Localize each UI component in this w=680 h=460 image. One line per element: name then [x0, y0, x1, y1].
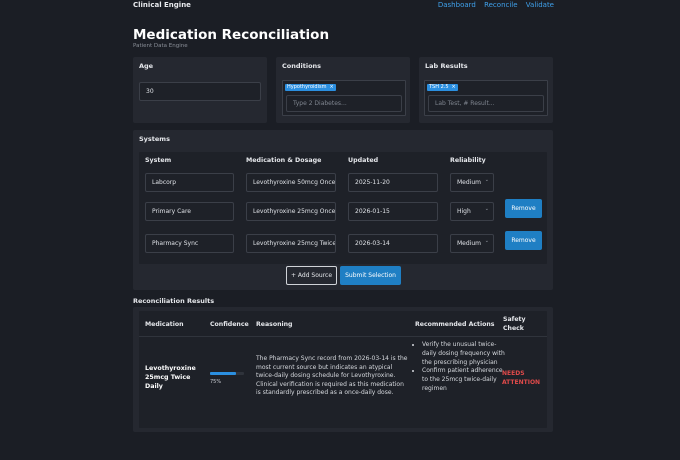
nav-validate[interactable]: Validate — [526, 1, 554, 9]
action-item: Confirm patient adherence to the 25mcg t… — [422, 367, 510, 393]
col-system: System — [145, 157, 172, 164]
remove-chip-icon[interactable]: × — [452, 84, 456, 90]
medication-input[interactable]: Levothyroxine 25mcg Twice — [246, 234, 336, 253]
labs-card: Lab Results TSH 2.5 × Lab Test, # Result.… — [419, 57, 553, 123]
top-nav: Dashboard Reconcile Validate — [432, 1, 554, 9]
confidence-bar — [210, 372, 244, 375]
conditions-card: Conditions Hypothyroidism × Type 2 Diabet… — [276, 57, 410, 123]
chevron-down-icon: ⌄ — [484, 238, 489, 244]
col-result-medication: Medication — [145, 321, 184, 328]
results-label: Reconciliation Results — [133, 297, 215, 305]
labs-input[interactable]: Lab Test, # Result... — [428, 95, 544, 112]
col-confidence: Confidence — [210, 321, 249, 328]
col-reliability: Reliability — [450, 157, 486, 164]
medication-input[interactable]: Levothyroxine 25mcg Once — [246, 202, 336, 221]
system-input[interactable]: Labcorp — [145, 173, 234, 192]
chevron-down-icon: ⌄ — [484, 206, 489, 212]
age-label: Age — [139, 62, 154, 70]
confidence-bar-fill — [210, 372, 236, 375]
chevron-down-icon: ⌄ — [484, 177, 489, 183]
col-actions: Recommended Actions — [415, 321, 495, 328]
system-input[interactable]: Primary Care — [145, 202, 234, 221]
reliability-select[interactable]: Medium ⌄ — [450, 173, 494, 192]
lab-chip[interactable]: TSH 2.5 × — [427, 84, 458, 91]
updated-input[interactable]: 2026-03-14 — [348, 234, 438, 253]
age-input[interactable]: 30 — [139, 82, 261, 101]
reliability-select[interactable]: High ⌄ — [450, 202, 494, 221]
brand-name: Clinical Engine — [133, 1, 191, 9]
col-reasoning: Reasoning — [256, 321, 293, 328]
add-source-button[interactable]: + Add Source — [286, 266, 337, 285]
col-updated: Updated — [348, 157, 379, 164]
labs-label: Lab Results — [425, 62, 468, 70]
top-bar: Clinical Engine Dashboard Reconcile Vali… — [0, 0, 680, 14]
recommended-actions: Verify the unusual twice-daily dosing fr… — [412, 341, 510, 394]
conditions-input[interactable]: Type 2 Diabetes... — [286, 95, 402, 112]
reasoning-text: The Pharmacy Sync record from 2026-03-14… — [256, 355, 408, 397]
updated-input[interactable]: 2025-11-20 — [348, 173, 438, 192]
header-divider — [139, 336, 547, 337]
confidence-value: 75% — [210, 379, 222, 385]
remove-button[interactable]: Remove — [505, 231, 542, 250]
updated-input[interactable]: 2026-01-15 — [348, 202, 438, 221]
nav-dashboard[interactable]: Dashboard — [438, 1, 476, 9]
remove-button[interactable]: Remove — [505, 199, 542, 218]
system-input[interactable]: Pharmacy Sync — [145, 234, 234, 253]
page-title: Medication Reconciliation — [133, 27, 330, 43]
action-item: Verify the unusual twice-daily dosing fr… — [422, 341, 510, 367]
systems-label: Systems — [139, 135, 170, 143]
remove-chip-icon[interactable]: × — [329, 84, 333, 90]
age-card: Age 30 — [133, 57, 267, 123]
result-medication: Levothyroxine 25mcg Twice Daily — [145, 365, 196, 390]
condition-chip[interactable]: Hypothyroidism × — [285, 84, 336, 91]
col-medication: Medication & Dosage — [246, 157, 322, 164]
reliability-select[interactable]: Medium ⌄ — [450, 234, 494, 253]
col-safety: Safety Check — [503, 316, 526, 332]
nav-reconcile[interactable]: Reconcile — [484, 1, 517, 9]
safety-status: NEEDS ATTENTION — [502, 370, 541, 386]
submit-selection-button[interactable]: Submit Selection — [340, 266, 401, 285]
conditions-label: Conditions — [282, 62, 322, 70]
medication-input[interactable]: Levothyroxine 50mcg Once — [246, 173, 336, 192]
page-subtitle: Patient Data Engine — [133, 43, 188, 49]
